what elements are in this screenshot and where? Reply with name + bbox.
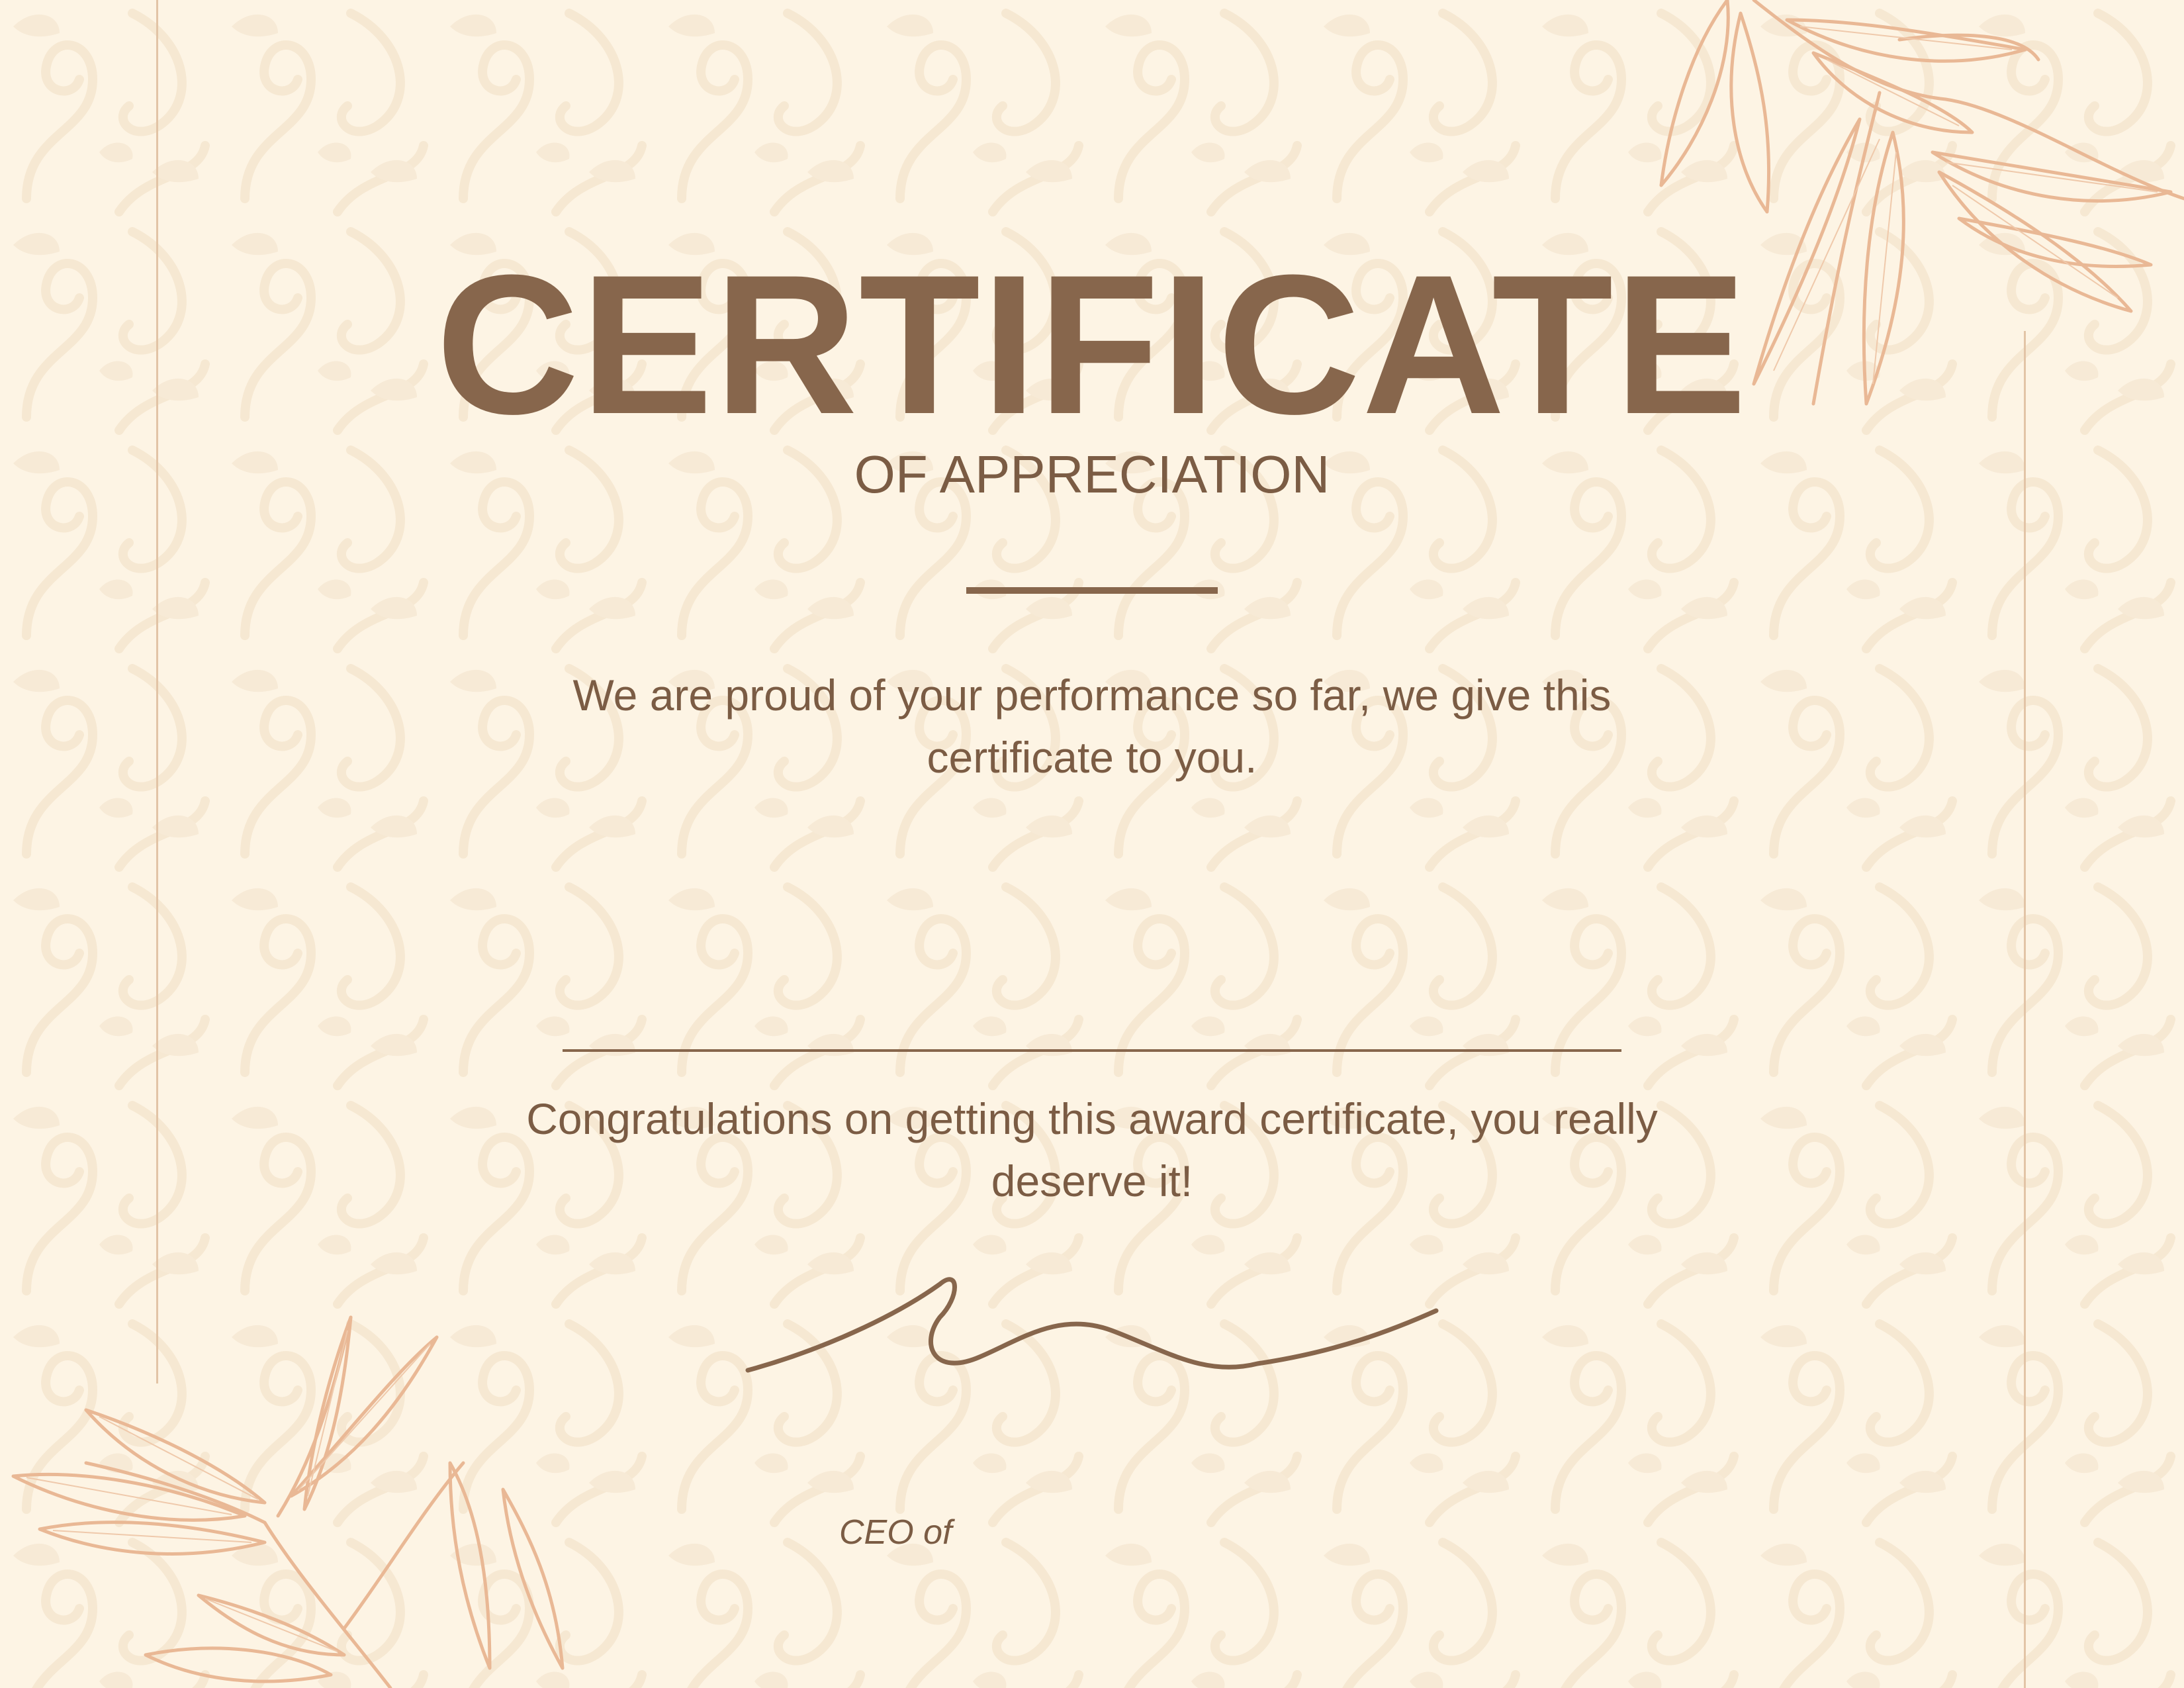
certificate-title: CERTIFICATE — [435, 233, 1749, 455]
title-divider — [966, 587, 1218, 594]
certificate-page: CERTIFICATE OF APPRECIATION We are proud… — [0, 0, 2184, 1688]
signature-icon — [745, 1277, 1439, 1373]
signer-title: CEO of — [839, 1513, 952, 1552]
olive-branch-icon — [11, 1315, 565, 1688]
recipient-name-line — [563, 1049, 1621, 1052]
certificate-subtitle: OF APPRECIATION — [854, 445, 1330, 504]
frame-line-left — [156, 0, 158, 1383]
intro-message: We are proud of your performance so far,… — [572, 671, 1612, 782]
congratulations-message: Congratulations on getting this award ce… — [526, 1094, 1658, 1205]
frame-line-right — [2024, 331, 2026, 1688]
